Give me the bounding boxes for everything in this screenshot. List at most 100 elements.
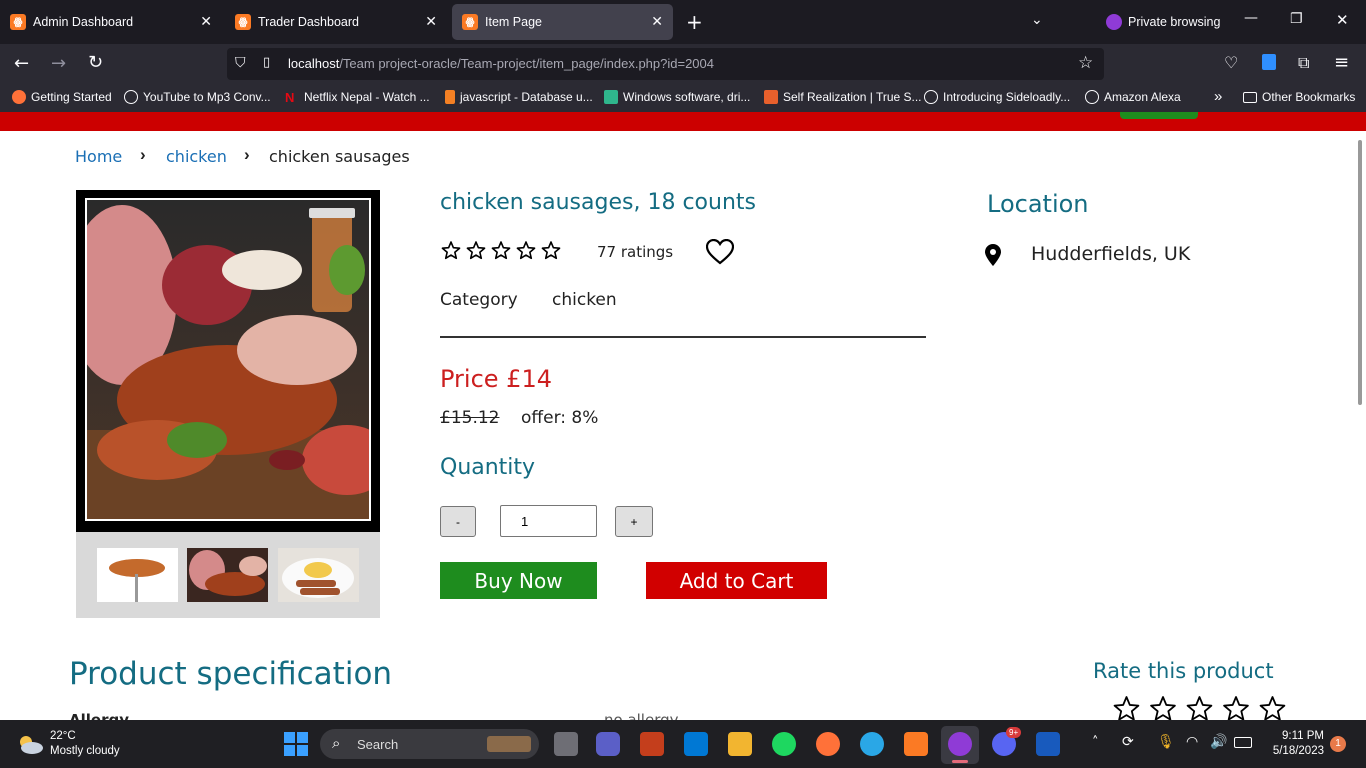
rate-stars-input[interactable] <box>1112 695 1287 720</box>
url-text[interactable]: localhost/Team project-oracle/Team-proje… <box>288 56 714 71</box>
buy-now-button[interactable]: Buy Now <box>440 562 597 599</box>
chevron-right-icon: › <box>140 145 146 164</box>
tab-label: Trader Dashboard <box>258 15 359 29</box>
xampp-icon: ꙮ <box>235 14 251 30</box>
price: Price £14 <box>440 365 552 393</box>
star-icon[interactable] <box>1113 696 1140 720</box>
reload-icon[interactable]: ↻ <box>88 52 103 73</box>
clock[interactable]: 9:11 PM 5/18/2023 <box>1266 729 1324 759</box>
bookmark-star-icon[interactable]: ☆ <box>1078 53 1093 73</box>
bookmark-label: Self Realization | True S... <box>783 90 922 104</box>
close-icon[interactable]: ✕ <box>425 13 437 30</box>
location-pin-icon <box>985 244 1001 270</box>
taskbar-search[interactable]: ⌕ Search <box>320 729 539 759</box>
breadcrumb-home[interactable]: Home <box>75 147 122 166</box>
vscode-icon[interactable] <box>684 732 708 756</box>
breadcrumb-category[interactable]: chicken <box>166 147 227 166</box>
restore-icon[interactable]: ❐ <box>1290 11 1303 27</box>
star-icon[interactable] <box>1223 696 1249 720</box>
bookmark-javascript[interactable]: javascript - Database u... <box>445 90 593 104</box>
task-view-icon[interactable] <box>554 732 578 756</box>
window-close-icon[interactable]: ✕ <box>1336 11 1349 29</box>
search-label: Search <box>357 737 399 752</box>
ratings-count: 77 ratings <box>597 243 674 261</box>
close-icon[interactable]: ✕ <box>651 13 663 30</box>
chevron-up-icon[interactable]: ˄ <box>1092 735 1099 750</box>
volume-icon[interactable]: 🔊 <box>1210 734 1227 750</box>
battery-icon[interactable] <box>1234 737 1252 748</box>
firefox-private-icon[interactable] <box>948 732 972 756</box>
shield-icon[interactable]: ⛉ <box>235 55 246 71</box>
extensions-puzzle-icon[interactable]: ⧉ <box>1298 53 1309 73</box>
spec-row-value: no allergy <box>604 711 679 720</box>
file-explorer-icon[interactable] <box>728 732 752 756</box>
clock-date: 5/18/2023 <box>1272 745 1324 757</box>
add-to-cart-button[interactable]: Add to Cart <box>646 562 827 599</box>
quantity-decrease-button[interactable]: - <box>440 506 476 537</box>
minimize-icon[interactable]: — <box>1244 10 1258 26</box>
other-bookmarks[interactable]: Other Bookmarks <box>1243 90 1355 104</box>
quantity-increase-button[interactable]: + <box>615 506 653 537</box>
windows-start-icon[interactable] <box>284 732 308 760</box>
clock-time: 9:11 PM <box>1282 730 1324 742</box>
word-icon[interactable] <box>1036 732 1060 756</box>
back-icon[interactable]: ← <box>14 53 29 74</box>
page-scrollbar[interactable] <box>1358 140 1362 405</box>
star-icon[interactable] <box>1186 696 1213 720</box>
bookmark-netflix[interactable]: N Netflix Nepal - Watch ... <box>285 90 430 105</box>
thumbnail-2[interactable] <box>187 548 268 602</box>
firefox-icon[interactable] <box>816 732 840 756</box>
xampp-icon[interactable] <box>904 732 928 756</box>
powerpoint-icon[interactable] <box>640 732 664 756</box>
bookmark-youtube-mp3[interactable]: YouTube to Mp3 Conv... <box>124 90 271 104</box>
sync-icon[interactable]: ⟳ <box>1122 734 1134 750</box>
tab-admin-dashboard[interactable]: ꙮ Admin Dashboard ✕ <box>0 4 222 40</box>
xampp-icon: ꙮ <box>10 14 26 30</box>
notification-badge[interactable]: 1 <box>1330 736 1346 752</box>
star-icon[interactable] <box>1259 696 1286 720</box>
spotify-icon[interactable] <box>772 732 796 756</box>
star-icon[interactable] <box>1150 696 1176 720</box>
bookmark-windows-software[interactable]: Windows software, dri... <box>604 90 750 104</box>
teams-chat-icon[interactable] <box>596 732 620 756</box>
weather-widget[interactable]: 22°C Mostly cloudy <box>50 729 120 759</box>
star-rating-display <box>440 240 565 268</box>
private-browsing-indicator: Private browsing <box>1106 14 1220 30</box>
chevron-down-icon[interactable]: ⌄ <box>1031 12 1043 28</box>
thumbnail-3[interactable] <box>278 548 359 602</box>
menu-icon[interactable]: ≡ <box>1334 52 1349 73</box>
header-button[interactable] <box>1120 112 1198 119</box>
tab-trader-dashboard[interactable]: ꙮ Trader Dashboard ✕ <box>225 4 447 40</box>
url-bar[interactable]: ⛉ ▯ localhost/Team project-oracle/Team-p… <box>227 48 1104 80</box>
wishlist-heart-icon[interactable] <box>705 238 735 269</box>
thumbnail-1[interactable] <box>97 548 178 602</box>
flame-icon <box>764 90 778 104</box>
bookmark-sideloadly[interactable]: Introducing Sideloadly... <box>924 90 1070 104</box>
quantity-label: Quantity <box>440 455 536 480</box>
sausages-breakfast-photo <box>282 558 354 598</box>
tab-item-page[interactable]: ꙮ Item Page ✕ <box>452 4 673 40</box>
bookmark-self-realization[interactable]: Self Realization | True S... <box>764 90 922 104</box>
weather-cloud-icon[interactable] <box>16 732 44 760</box>
bookmark-label: Other Bookmarks <box>1262 90 1356 104</box>
microphone-icon[interactable]: 🎙 <box>1157 734 1175 750</box>
star-icon <box>441 241 461 260</box>
product-main-image[interactable] <box>85 198 371 521</box>
pocket-icon[interactable]: ♡ <box>1224 53 1238 72</box>
new-tab-icon[interactable]: + <box>686 10 703 34</box>
folder-icon <box>1243 91 1257 103</box>
extension-icon[interactable] <box>1262 54 1276 70</box>
quantity-input[interactable] <box>500 505 597 537</box>
bookmark-getting-started[interactable]: Getting Started <box>12 90 112 104</box>
close-icon[interactable]: ✕ <box>200 13 212 30</box>
bookmark-amazon-alexa[interactable]: Amazon Alexa <box>1085 90 1181 104</box>
spec-label-text: Allergy <box>69 711 129 720</box>
edge-icon[interactable] <box>860 732 884 756</box>
rate-stars[interactable] <box>1112 695 1287 720</box>
forward-icon[interactable]: → <box>51 53 66 74</box>
page-icon[interactable]: ▯ <box>263 55 270 70</box>
wifi-icon[interactable]: ◠ <box>1186 734 1198 750</box>
more-bookmarks-icon[interactable]: » <box>1214 88 1222 105</box>
product-specification-heading: Product specification <box>69 656 393 692</box>
bookmark-label: Windows software, dri... <box>623 90 751 104</box>
